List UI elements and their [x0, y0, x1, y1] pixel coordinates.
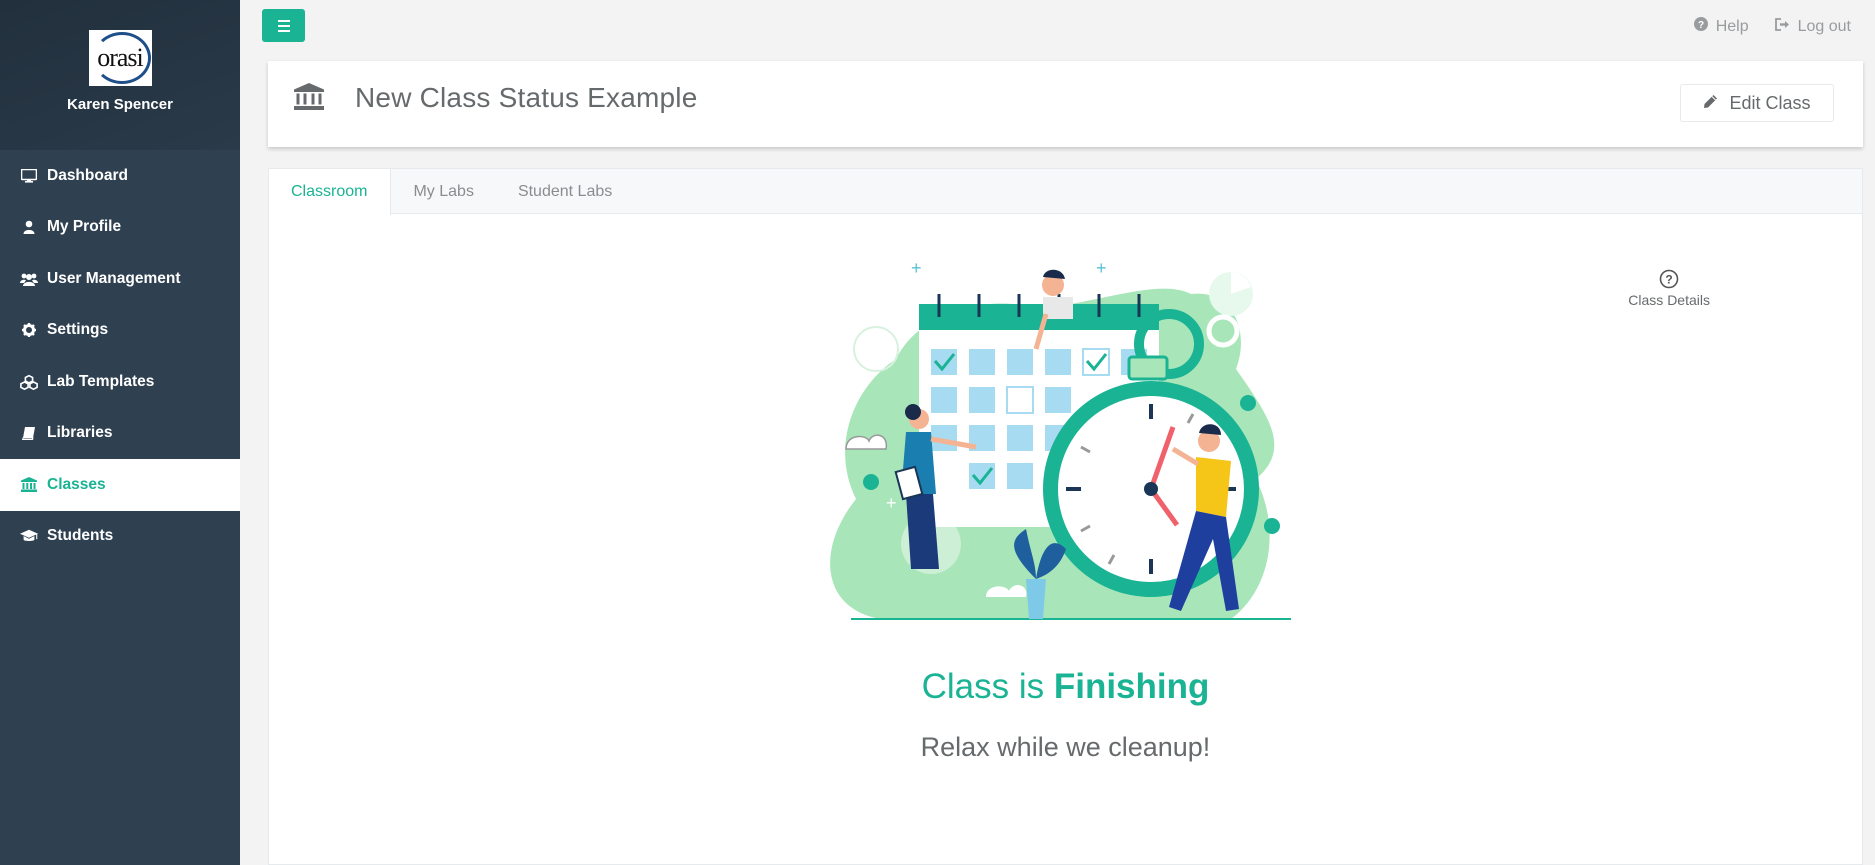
help-label: Help: [1715, 17, 1749, 35]
cubes-icon: [20, 374, 38, 390]
sidebar-item-settings[interactable]: Settings: [0, 305, 240, 357]
sidebar-item-classes[interactable]: Classes: [0, 459, 240, 511]
edit-class-button[interactable]: Edit Class: [1680, 84, 1834, 122]
sidebar-item-label: Classes: [47, 475, 106, 493]
question-circle-icon: ?: [1659, 269, 1679, 292]
svg-text:+: +: [911, 258, 922, 278]
status-value: Finishing: [1053, 667, 1210, 706]
finishing-illustration: + + +: [811, 249, 1301, 626]
class-details-label: Class Details: [1628, 292, 1710, 308]
svg-text:?: ?: [1698, 20, 1704, 31]
sidebar-item-label: User Management: [47, 269, 181, 287]
top-links: ? Help Log out: [1693, 17, 1851, 36]
book-icon: [20, 425, 38, 441]
page-title: New Class Status Example: [355, 82, 698, 113]
logout-label: Log out: [1797, 17, 1851, 35]
company-logo[interactable]: orasi: [88, 30, 152, 86]
sidebar-item-label: Libraries: [47, 424, 113, 442]
edit-class-label: Edit Class: [1729, 92, 1811, 113]
hamburger-icon: [277, 19, 290, 22]
sign-out-icon: [1774, 17, 1790, 36]
help-link[interactable]: ? Help: [1693, 17, 1749, 36]
graduation-cap-icon: [20, 528, 38, 544]
sidebar-toggle-button[interactable]: [262, 9, 305, 42]
sidebar-item-user-management[interactable]: User Management: [0, 253, 240, 305]
sidebar-item-lab-templates[interactable]: Lab Templates: [0, 356, 240, 408]
class-status-heading: Class is Finishing: [269, 667, 1862, 707]
sidebar-item-label: Students: [47, 527, 114, 545]
sidebar-item-dashboard[interactable]: Dashboard: [0, 150, 240, 202]
tab-student-labs[interactable]: Student Labs: [496, 169, 634, 214]
pencil-icon: [1703, 93, 1718, 114]
status-subtitle: Relax while we cleanup!: [920, 732, 1211, 762]
user-icon: [20, 219, 38, 235]
sidebar-item-label: Lab Templates: [47, 372, 155, 390]
svg-text:+: +: [886, 493, 897, 513]
sidebar-item-label: Settings: [47, 321, 109, 339]
gear-icon: [20, 322, 38, 338]
sidebar-nav: Dashboard My Profile User Management Set…: [0, 150, 240, 562]
profile-name: Karen Spencer: [67, 96, 173, 113]
class-panel: Classroom My Labs Student Labs ? Class D…: [268, 168, 1863, 865]
sidebar: orasi Karen Spencer Dashboard My Profile…: [0, 0, 240, 865]
tab-my-labs[interactable]: My Labs: [391, 169, 495, 214]
sidebar-item-students[interactable]: Students: [0, 511, 240, 563]
sidebar-item-label: Dashboard: [47, 166, 128, 184]
bank-icon: [20, 477, 38, 493]
svg-text:+: +: [1096, 258, 1107, 278]
logout-link[interactable]: Log out: [1774, 17, 1851, 36]
users-icon: [20, 271, 38, 287]
tab-classroom[interactable]: Classroom: [269, 169, 392, 215]
logo-text: orasi: [97, 43, 144, 72]
status-prefix: Class is: [921, 667, 1054, 706]
tab-bar: Classroom My Labs Student Labs: [269, 169, 1862, 215]
class-details-button[interactable]: ? Class Details: [1628, 269, 1710, 308]
sidebar-item-my-profile[interactable]: My Profile: [0, 202, 240, 254]
svg-text:?: ?: [1665, 273, 1672, 287]
sidebar-item-libraries[interactable]: Libraries: [0, 408, 240, 460]
page-header: New Class Status Example Edit Class: [268, 61, 1863, 147]
top-navbar: ? Help Log out: [240, 0, 1875, 52]
question-circle-icon: ?: [1693, 17, 1708, 36]
sidebar-item-label: My Profile: [47, 218, 122, 236]
bank-icon: [294, 83, 324, 116]
desktop-icon: [20, 168, 38, 184]
profile-header: orasi Karen Spencer: [0, 0, 240, 150]
